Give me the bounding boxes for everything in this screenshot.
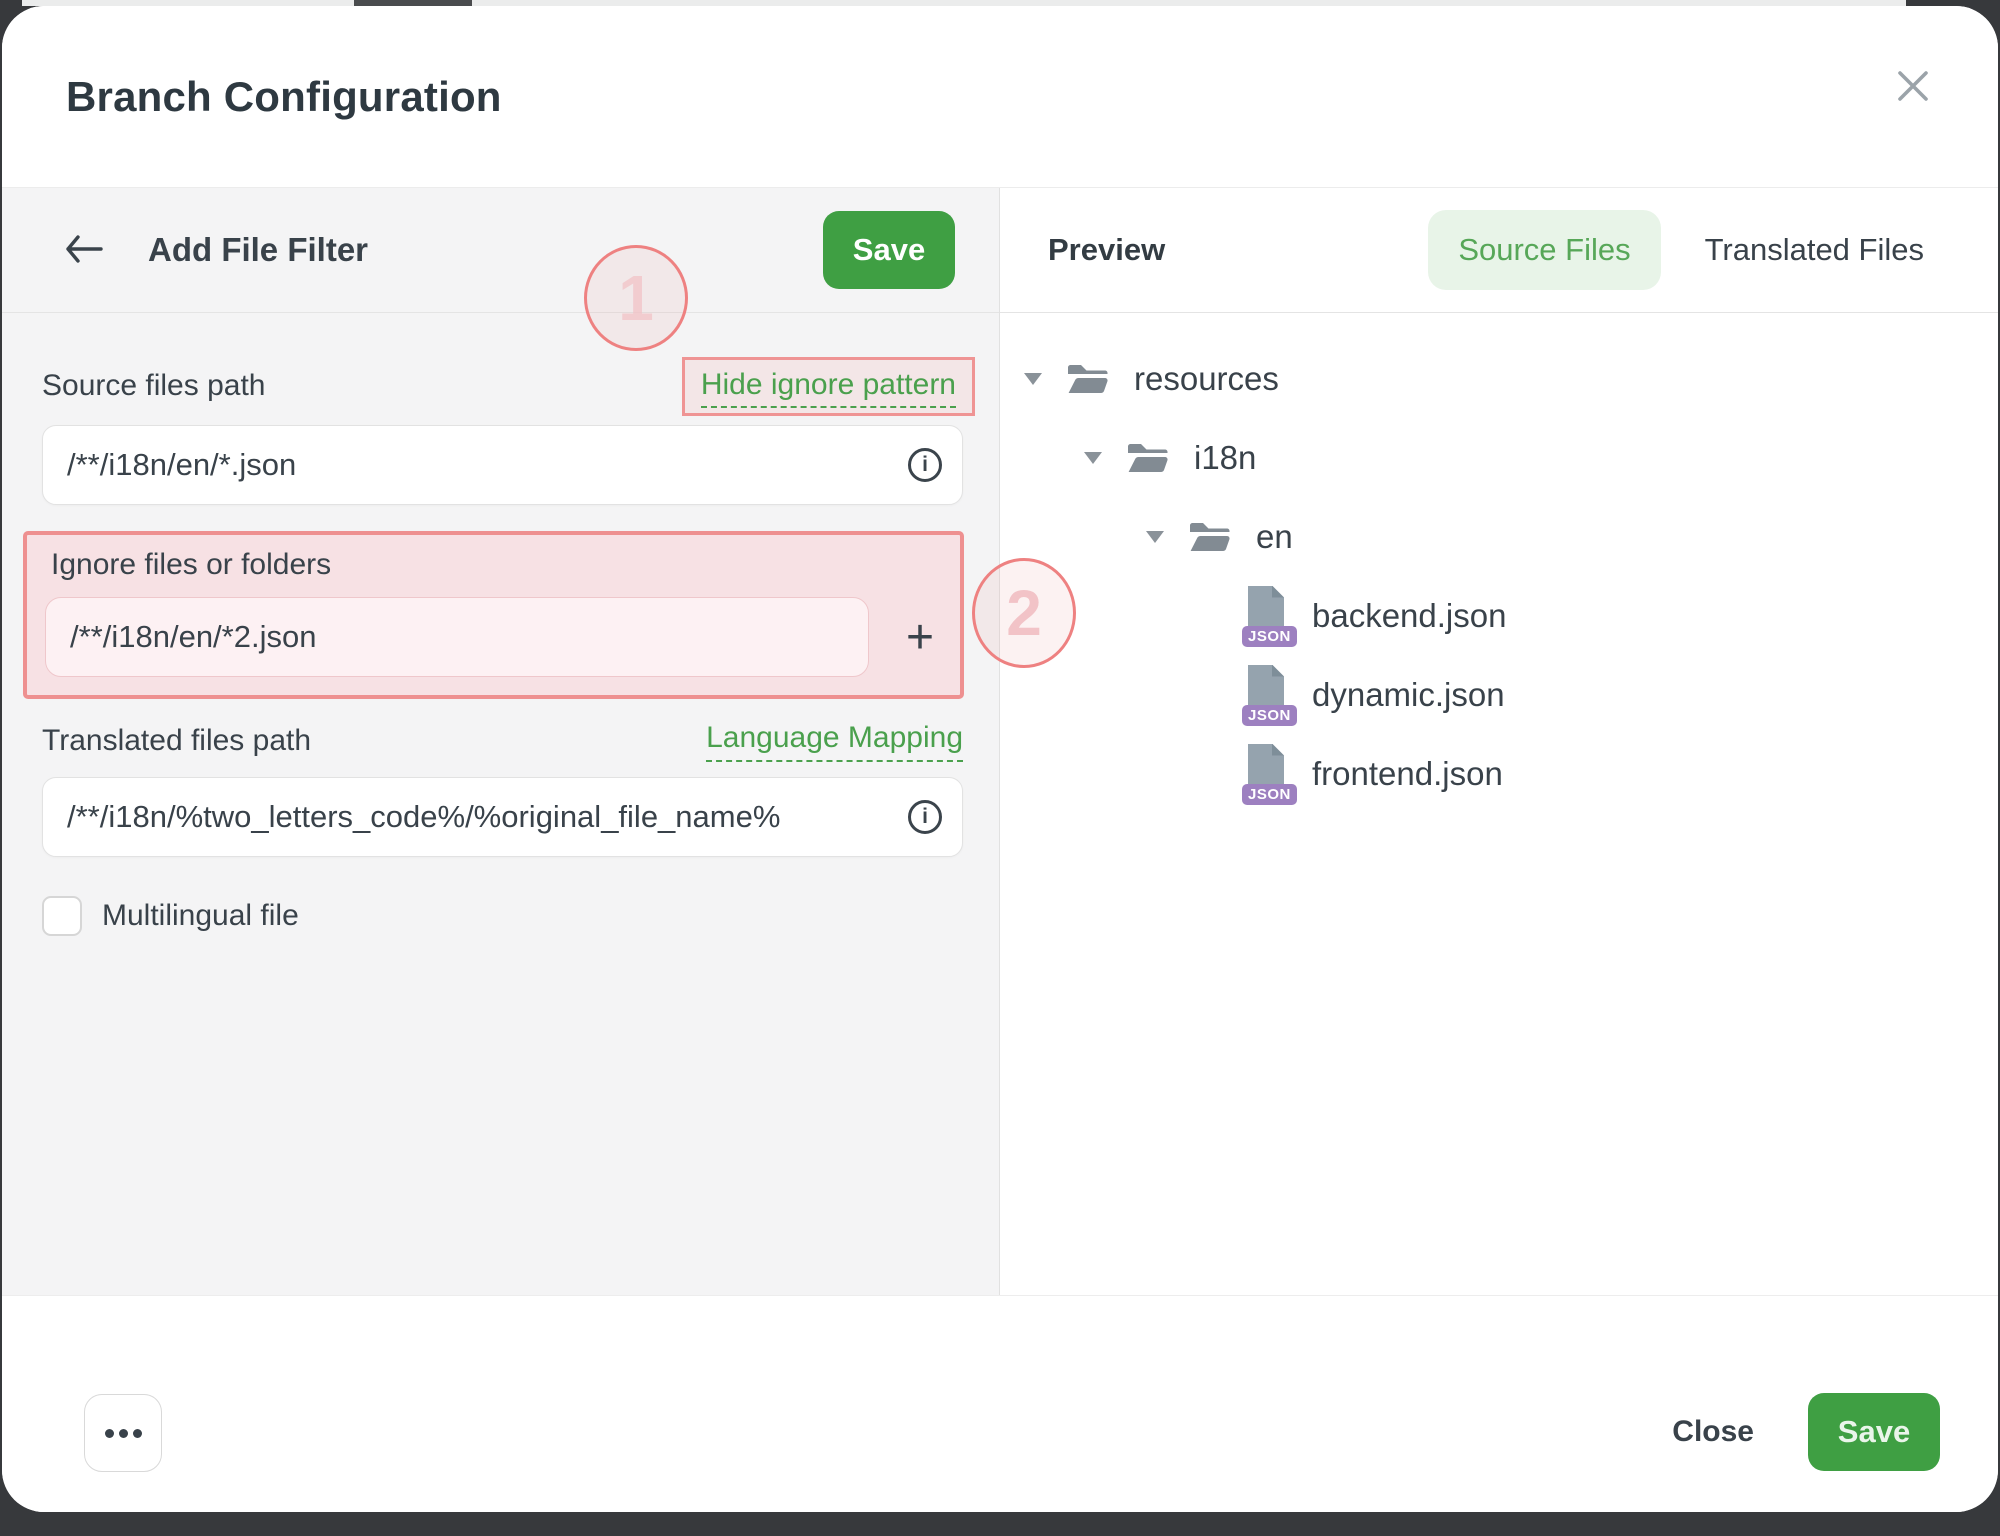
json-file-icon: JSON — [1242, 586, 1288, 646]
translated-files-path-label: Translated files path — [42, 724, 311, 758]
folder-icon — [1188, 519, 1232, 555]
source-files-path-input[interactable]: /**/i18n/en/*.json i — [42, 425, 963, 505]
language-mapping-link[interactable]: Language Mapping — [706, 721, 963, 762]
close-icon — [1896, 69, 1930, 106]
chevron-down-icon[interactable] — [1146, 531, 1164, 543]
tree-item-label: resources — [1134, 360, 1279, 398]
multilingual-label: Multilingual file — [102, 899, 299, 933]
ignore-files-label: Ignore files or folders — [51, 547, 938, 583]
info-icon[interactable]: i — [908, 800, 942, 834]
multilingual-checkbox[interactable] — [42, 896, 82, 936]
json-badge: JSON — [1242, 626, 1297, 647]
arrow-left-icon — [64, 234, 104, 267]
tree-item-label: backend.json — [1312, 597, 1506, 635]
translated-files-path-input[interactable]: /**/i18n/%two_letters_code%/%original_fi… — [42, 777, 963, 857]
file-tree: resources i18n en — [1000, 313, 1998, 813]
tree-item-label: frontend.json — [1312, 755, 1503, 793]
chevron-down-icon[interactable] — [1024, 373, 1042, 385]
modal-footer: Close Save — [2, 1295, 1998, 1512]
ignore-pattern-highlight: Ignore files or folders /**/i18n/en/*2.j… — [23, 531, 964, 699]
ignore-pattern-input[interactable]: /**/i18n/en/*2.json — [45, 597, 869, 677]
file-filter-panel: Add File Filter Save Source files path H… — [2, 188, 1000, 1295]
tree-item-folder-i18n[interactable]: i18n — [1000, 418, 1998, 497]
more-options-button[interactable] — [84, 1394, 162, 1472]
folder-icon — [1126, 440, 1170, 476]
source-files-path-label: Source files path — [42, 369, 265, 403]
tree-item-file-backend[interactable]: JSON backend.json — [1000, 576, 1998, 655]
filter-subheader: Add File Filter Save — [2, 188, 999, 313]
preview-panel: Preview Source Files Translated Files re… — [1000, 188, 1998, 1295]
json-file-icon: JSON — [1242, 744, 1288, 804]
filter-save-button[interactable]: Save — [823, 211, 955, 289]
modal-header: Branch Configuration — [2, 6, 1998, 188]
preview-tabs: Source Files Translated Files — [1428, 210, 1924, 290]
hide-ignore-pattern-link[interactable]: Hide ignore pattern — [701, 368, 956, 408]
tree-item-file-frontend[interactable]: JSON frontend.json — [1000, 734, 1998, 813]
tree-item-folder-en[interactable]: en — [1000, 497, 1998, 576]
ignore-pattern-value: /**/i18n/en/*2.json — [70, 619, 848, 655]
modal-title: Branch Configuration — [66, 73, 502, 121]
json-badge: JSON — [1242, 705, 1297, 726]
branch-configuration-modal: Branch Configuration Add File Filter Sav… — [2, 6, 1998, 1512]
filter-heading: Add File Filter — [148, 231, 368, 269]
annotation-step-2: 2 — [972, 558, 1076, 668]
annotation-step-1: 1 — [584, 245, 688, 351]
info-icon[interactable]: i — [908, 448, 942, 482]
hide-ignore-pattern-highlight: Hide ignore pattern — [682, 357, 975, 416]
more-options-icon — [105, 1429, 114, 1438]
json-badge: JSON — [1242, 784, 1297, 805]
add-ignore-pattern-button[interactable]: + — [892, 609, 948, 665]
close-button-footer[interactable]: Close — [1672, 1415, 1754, 1449]
tree-item-label: i18n — [1194, 439, 1256, 477]
save-button[interactable]: Save — [1808, 1393, 1940, 1471]
chevron-down-icon[interactable] — [1084, 452, 1102, 464]
tab-source-files[interactable]: Source Files — [1428, 210, 1660, 290]
source-files-path-value: /**/i18n/en/*.json — [67, 447, 898, 483]
tab-translated-files[interactable]: Translated Files — [1705, 232, 1924, 268]
preview-title: Preview — [1048, 232, 1165, 268]
tree-item-file-dynamic[interactable]: JSON dynamic.json — [1000, 655, 1998, 734]
json-file-icon: JSON — [1242, 665, 1288, 725]
translated-files-path-value: /**/i18n/%two_letters_code%/%original_fi… — [67, 799, 898, 835]
filter-form: Source files path Hide ignore pattern /*… — [2, 355, 999, 937]
tree-item-folder-resources[interactable]: resources — [1000, 339, 1998, 418]
modal-content: Add File Filter Save Source files path H… — [2, 188, 1998, 1295]
tree-item-label: dynamic.json — [1312, 676, 1505, 714]
close-button[interactable] — [1890, 64, 1936, 110]
tree-item-label: en — [1256, 518, 1293, 556]
back-button[interactable] — [64, 234, 104, 267]
preview-header: Preview Source Files Translated Files — [1000, 188, 1998, 313]
folder-icon — [1066, 361, 1110, 397]
